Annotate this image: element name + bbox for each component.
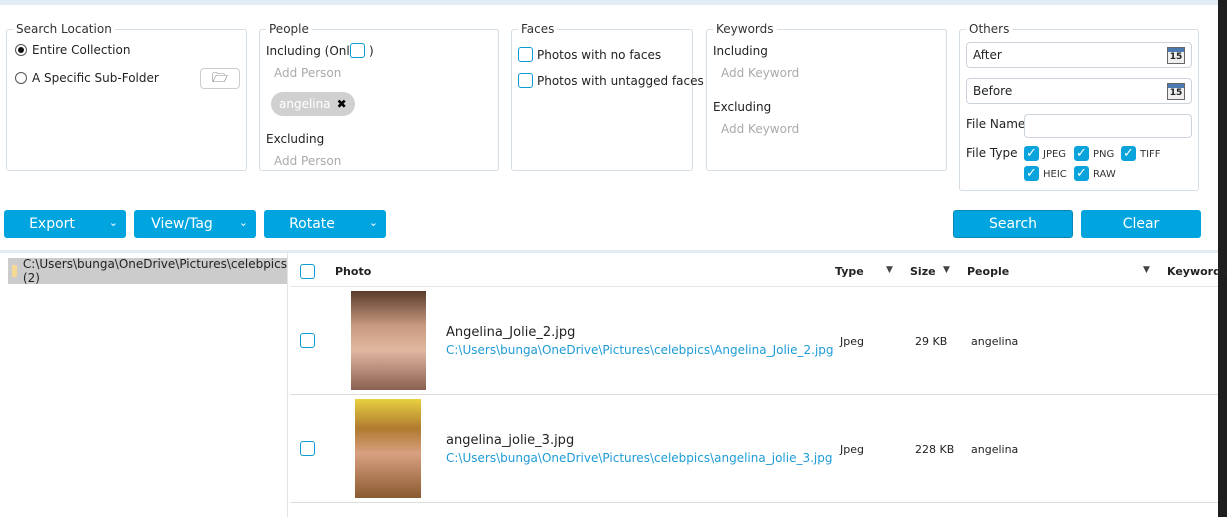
only-checkbox[interactable] — [350, 43, 365, 58]
untagged-faces-checkbox[interactable] — [518, 73, 533, 88]
untagged-faces-label: Photos with untagged faces — [537, 74, 704, 88]
excluding-label: Excluding — [266, 132, 325, 146]
before-label: Before — [973, 84, 1013, 98]
top-border — [0, 0, 1218, 5]
filter-icon[interactable]: ▼ — [943, 265, 950, 275]
search-location-title: Search Location — [13, 22, 115, 36]
header-people[interactable]: People — [967, 265, 1009, 278]
export-label: Export — [29, 216, 75, 232]
cell-size: 29 KB — [915, 335, 948, 348]
header-size[interactable]: Size — [910, 265, 936, 278]
rotate-label: Rotate — [289, 216, 335, 232]
browse-folder-button[interactable]: 🗁 — [200, 68, 240, 89]
jpeg-checkbox[interactable]: ✓ — [1024, 146, 1039, 161]
cell-size: 228 KB — [915, 443, 955, 456]
radio-sub-folder[interactable] — [15, 72, 27, 84]
folder-open-icon: 🗁 — [211, 71, 229, 86]
adjacent-window-edge — [1218, 0, 1227, 517]
header-keywords[interactable]: Keywords — [1167, 265, 1227, 278]
tiff-label: TIFF — [1140, 149, 1161, 160]
png-label: PNG — [1093, 149, 1115, 160]
export-dropdown-button[interactable]: Export ⌄ — [4, 210, 126, 238]
rotate-dropdown-button[interactable]: Rotate ⌄ — [264, 210, 386, 238]
jpeg-label: JPEG — [1043, 149, 1067, 160]
clear-button[interactable]: Clear — [1081, 210, 1201, 238]
photo-thumbnail[interactable] — [351, 291, 426, 390]
people-group: People Including (Only ) Add Person ange… — [259, 22, 499, 171]
file-name-label: File Name — [966, 117, 1026, 131]
select-all-checkbox[interactable] — [300, 264, 315, 279]
folder-icon — [12, 265, 17, 277]
chevron-down-icon: ⌄ — [368, 216, 378, 229]
close-paren: ) — [369, 44, 374, 58]
raw-checkbox[interactable]: ✓ — [1074, 166, 1089, 181]
keywords-title: Keywords — [713, 22, 777, 36]
folder-path: C:\Users\bunga\OneDrive\Pictures\celebpi… — [22, 257, 287, 285]
chip-label: angelina — [279, 97, 331, 111]
calendar-icon[interactable]: 15 — [1167, 83, 1185, 100]
tree-item-celebpics[interactable]: C:\Users\bunga\OneDrive\Pictures\celebpi… — [8, 257, 287, 285]
keywords-including-label: Including — [713, 44, 768, 58]
person-chip: angelina ✖ — [271, 92, 355, 116]
row-checkbox[interactable] — [300, 333, 315, 348]
cell-people: angelina — [971, 335, 1019, 348]
add-person-input[interactable]: Add Person — [274, 66, 341, 80]
heic-label: HEIC — [1043, 169, 1067, 180]
after-label: After — [973, 48, 1002, 62]
including-label: Including (Only — [266, 44, 357, 58]
people-title: People — [266, 22, 312, 36]
header-type[interactable]: Type — [835, 265, 864, 278]
raw-label: RAW — [1093, 169, 1116, 180]
others-title: Others — [966, 22, 1013, 36]
cell-people: angelina — [971, 443, 1019, 456]
header-photo[interactable]: Photo — [335, 265, 371, 278]
remove-chip-icon[interactable]: ✖ — [337, 97, 347, 111]
filter-icon[interactable]: ▼ — [1143, 265, 1150, 275]
search-location-group: Search Location Entire Collection A Spec… — [6, 22, 247, 171]
add-person-exclude-input[interactable]: Add Person — [274, 154, 341, 168]
radio-entire-collection[interactable] — [15, 44, 27, 56]
before-date-picker[interactable]: Before 15 — [966, 78, 1192, 104]
search-button[interactable]: Search — [953, 210, 1073, 238]
filter-icon[interactable]: ▼ — [886, 265, 893, 275]
png-checkbox[interactable]: ✓ — [1074, 146, 1089, 161]
add-keyword-include-input[interactable]: Add Keyword — [721, 66, 799, 80]
calendar-icon[interactable]: 15 — [1167, 47, 1185, 64]
file-path-link[interactable]: C:\Users\bunga\OneDrive\Pictures\celebpi… — [446, 343, 834, 357]
table-row[interactable]: Angelina_Jolie_2.jpg C:\Users\bunga\OneD… — [290, 287, 1218, 395]
table-row[interactable]: angelina_jolie_3.jpg C:\Users\bunga\OneD… — [290, 395, 1218, 503]
file-type-label: File Type — [966, 146, 1018, 160]
sub-folder-label: A Specific Sub-Folder — [32, 71, 159, 85]
folder-tree: C:\Users\bunga\OneDrive\Pictures\celebpi… — [0, 252, 288, 517]
faces-title: Faces — [518, 22, 558, 36]
file-name: Angelina_Jolie_2.jpg — [446, 325, 576, 340]
chevron-down-icon: ⌄ — [108, 216, 118, 229]
photo-thumbnail[interactable] — [355, 399, 421, 498]
after-date-picker[interactable]: After 15 — [966, 42, 1192, 68]
entire-collection-label: Entire Collection — [32, 43, 131, 57]
keywords-group: Keywords Including Add Keyword Excluding… — [706, 22, 947, 171]
file-name: angelina_jolie_3.jpg — [446, 433, 575, 448]
file-name-input[interactable] — [1024, 114, 1192, 138]
row-checkbox[interactable] — [300, 441, 315, 456]
no-faces-checkbox[interactable] — [518, 47, 533, 62]
cell-type: Jpeg — [840, 443, 864, 456]
others-group: Others After 15 Before 15 File Name File… — [959, 22, 1199, 191]
chevron-down-icon: ⌄ — [238, 216, 248, 229]
view-tag-label: View/Tag — [151, 216, 213, 232]
table-header: Photo Type ▼ Size ▼ People ▼ Keywords — [290, 256, 1227, 287]
heic-checkbox[interactable]: ✓ — [1024, 166, 1039, 181]
view-tag-dropdown-button[interactable]: View/Tag ⌄ — [134, 210, 256, 238]
tiff-checkbox[interactable]: ✓ — [1121, 146, 1136, 161]
file-path-link[interactable]: C:\Users\bunga\OneDrive\Pictures\celebpi… — [446, 451, 832, 465]
no-faces-label: Photos with no faces — [537, 48, 662, 62]
faces-group: Faces Photos with no faces Photos with u… — [511, 22, 704, 171]
keywords-excluding-label: Excluding — [713, 100, 772, 114]
cell-type: Jpeg — [840, 335, 864, 348]
add-keyword-exclude-input[interactable]: Add Keyword — [721, 122, 799, 136]
